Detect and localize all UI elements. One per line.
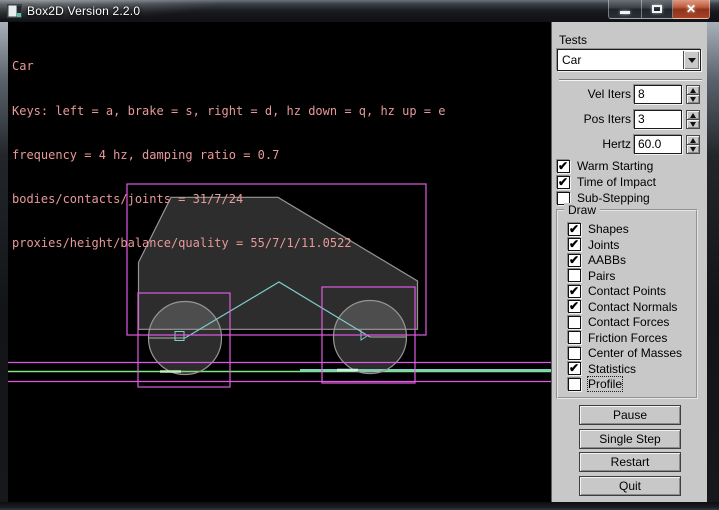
contact-points-checkbox	[568, 285, 581, 298]
checkbox-time-of-impact[interactable]: Time of Impact	[557, 175, 656, 189]
pairs-checkbox	[568, 269, 581, 282]
shapes-label: Shapes	[588, 222, 629, 236]
restart-button[interactable]: Restart	[579, 452, 681, 472]
maximize-button[interactable]	[641, 0, 673, 19]
time-of-impact-label: Time of Impact	[577, 175, 656, 189]
contact-forces-checkbox	[568, 316, 581, 329]
close-button[interactable]: ✕	[673, 0, 710, 19]
hud-line-title: Car	[12, 59, 445, 74]
checkbox-profile[interactable]: Profile	[568, 377, 622, 391]
warm-starting-label: Warm Starting	[577, 159, 653, 173]
window-title: Box2D Version 2.2.0	[27, 4, 140, 18]
vel-iters-down-button[interactable]	[686, 95, 700, 104]
hertz-spinner	[686, 135, 700, 154]
checkbox-aabbs[interactable]: AABBs	[568, 253, 626, 267]
checkbox-friction-forces[interactable]: Friction Forces	[568, 331, 667, 345]
hertz-up-button[interactable]	[686, 135, 700, 145]
triangle-up-icon	[690, 138, 696, 143]
draw-group: Draw Shapes Joints AABBs Pairs Contact P…	[556, 209, 698, 399]
vel-iters-up-button[interactable]	[686, 85, 700, 95]
chevron-down-icon	[688, 58, 696, 63]
checkbox-contact-normals[interactable]: Contact Normals	[568, 300, 677, 314]
draw-group-label: Draw	[564, 203, 600, 217]
hud-line-bodies: bodies/contacts/joints = 31/7/24	[12, 192, 445, 207]
hertz-input[interactable]: 60.0	[634, 135, 682, 154]
separator	[559, 79, 702, 81]
friction-forces-checkbox	[568, 331, 581, 344]
checkbox-pairs[interactable]: Pairs	[568, 269, 615, 283]
triangle-down-icon	[690, 97, 696, 102]
window-frame-left	[0, 22, 8, 502]
aabbs-checkbox	[568, 254, 581, 267]
statistics-label: Statistics	[588, 362, 636, 376]
maximize-icon	[652, 5, 662, 13]
checkbox-center-of-masses[interactable]: Center of Masses	[568, 346, 682, 360]
joints-checkbox	[568, 238, 581, 251]
center-of-masses-checkbox	[568, 347, 581, 360]
shapes-checkbox	[568, 223, 581, 236]
vel-iters-label: Vel Iters	[588, 87, 631, 101]
window-frame-bottom	[0, 502, 719, 510]
triangle-up-icon	[690, 88, 696, 93]
hud-line-proxies: proxies/height/balance/quality = 55/7/1/…	[12, 236, 445, 251]
joints-label: Joints	[588, 238, 619, 252]
quit-button[interactable]: Quit	[579, 476, 681, 496]
contact-normals-checkbox	[568, 300, 581, 313]
checkbox-contact-forces[interactable]: Contact Forces	[568, 315, 669, 329]
hud-line-frequency: frequency = 4 hz, damping ratio = 0.7	[12, 148, 445, 163]
pos-iters-spinner	[686, 110, 700, 129]
pos-iters-input[interactable]: 3	[634, 110, 682, 129]
app-icon	[7, 4, 22, 18]
window-frame-right	[707, 22, 719, 502]
profile-label: Profile	[588, 377, 622, 391]
pairs-label: Pairs	[588, 269, 615, 283]
hertz-down-button[interactable]	[686, 145, 700, 154]
triangle-down-icon	[690, 147, 696, 152]
checkbox-joints[interactable]: Joints	[568, 238, 619, 252]
aabbs-label: AABBs	[588, 253, 626, 267]
warm-starting-checkbox	[557, 160, 570, 173]
contact-points-label: Contact Points	[588, 284, 666, 298]
simulation-canvas[interactable]: Car Keys: left = a, brake = s, right = d…	[8, 22, 551, 502]
center-of-masses-label: Center of Masses	[588, 346, 682, 360]
triangle-down-icon	[690, 122, 696, 127]
pos-iters-up-button[interactable]	[686, 110, 700, 120]
tests-label: Tests	[559, 33, 587, 47]
vel-iters-input[interactable]: 8	[634, 85, 682, 104]
control-panel: Tests Car Vel Iters 8 Pos Iters 3	[551, 22, 707, 502]
minimize-button[interactable]	[608, 0, 641, 19]
close-icon: ✕	[686, 1, 696, 18]
hertz-label: Hertz	[602, 137, 631, 151]
titlebar[interactable]: Box2D Version 2.2.0 ✕	[0, 0, 719, 22]
vel-iters-spinner	[686, 85, 700, 104]
minimize-icon	[620, 11, 630, 14]
box2d-testbed-window: Box2D Version 2.2.0 ✕	[0, 0, 719, 510]
tests-dropdown-arrow-button[interactable]	[683, 51, 699, 69]
statistics-checkbox	[568, 362, 581, 375]
tests-dropdown-value: Car	[562, 53, 581, 67]
hertz-row: Hertz 60.0	[552, 135, 708, 154]
hud-line-keys: Keys: left = a, brake = s, right = d, hz…	[12, 104, 445, 119]
pos-iters-down-button[interactable]	[686, 120, 700, 129]
stats-overlay: Car Keys: left = a, brake = s, right = d…	[12, 30, 445, 280]
contact-forces-label: Contact Forces	[588, 315, 669, 329]
pos-iters-row: Pos Iters 3	[552, 110, 708, 129]
checkbox-contact-points[interactable]: Contact Points	[568, 284, 666, 298]
friction-forces-label: Friction Forces	[588, 331, 667, 345]
pos-iters-label: Pos Iters	[584, 112, 631, 126]
checkbox-warm-starting[interactable]: Warm Starting	[557, 159, 653, 173]
single-step-button[interactable]: Single Step	[579, 429, 681, 449]
vel-iters-row: Vel Iters 8	[552, 85, 708, 104]
pause-button[interactable]: Pause	[579, 405, 681, 425]
window-controls: ✕	[608, 0, 710, 19]
tests-dropdown[interactable]: Car	[557, 49, 701, 71]
contact-normals-label: Contact Normals	[588, 300, 677, 314]
time-of-impact-checkbox	[557, 176, 570, 189]
triangle-up-icon	[690, 113, 696, 118]
checkbox-statistics[interactable]: Statistics	[568, 362, 636, 376]
profile-checkbox	[568, 378, 581, 391]
checkbox-shapes[interactable]: Shapes	[568, 222, 629, 236]
